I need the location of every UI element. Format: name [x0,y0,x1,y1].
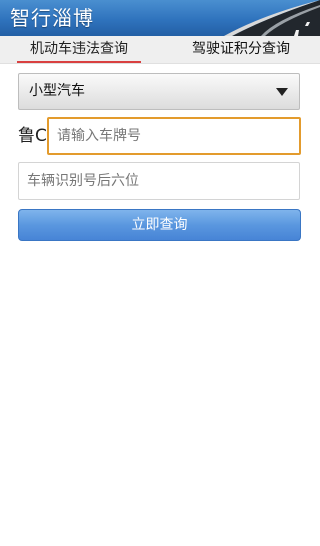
plate-prefix-label[interactable]: 鲁C [18,122,47,150]
tab-license-points[interactable]: 驾驶证积分查询 [182,36,300,64]
app-screen: 智行淄博 机动车违法查询 驾驶证积分查询 小型汽车 鲁C 立即查询 [0,0,320,546]
tab-bar: 机动车违法查询 驾驶证积分查询 [0,36,320,64]
tab-vehicle-violation[interactable]: 机动车违法查询 [17,36,141,64]
dropdown-arrow-icon [276,88,288,96]
query-button[interactable]: 立即查询 [18,209,301,241]
road-graphic [224,0,320,36]
vehicle-type-value: 小型汽车 [29,83,85,99]
header-bar: 智行淄博 [0,0,320,36]
vehicle-type-select[interactable]: 小型汽车 [18,73,300,110]
active-tab-indicator [17,61,141,63]
app-title: 智行淄博 [10,6,94,30]
vin-last-six-input[interactable] [18,162,300,200]
plate-number-input[interactable] [47,117,301,155]
